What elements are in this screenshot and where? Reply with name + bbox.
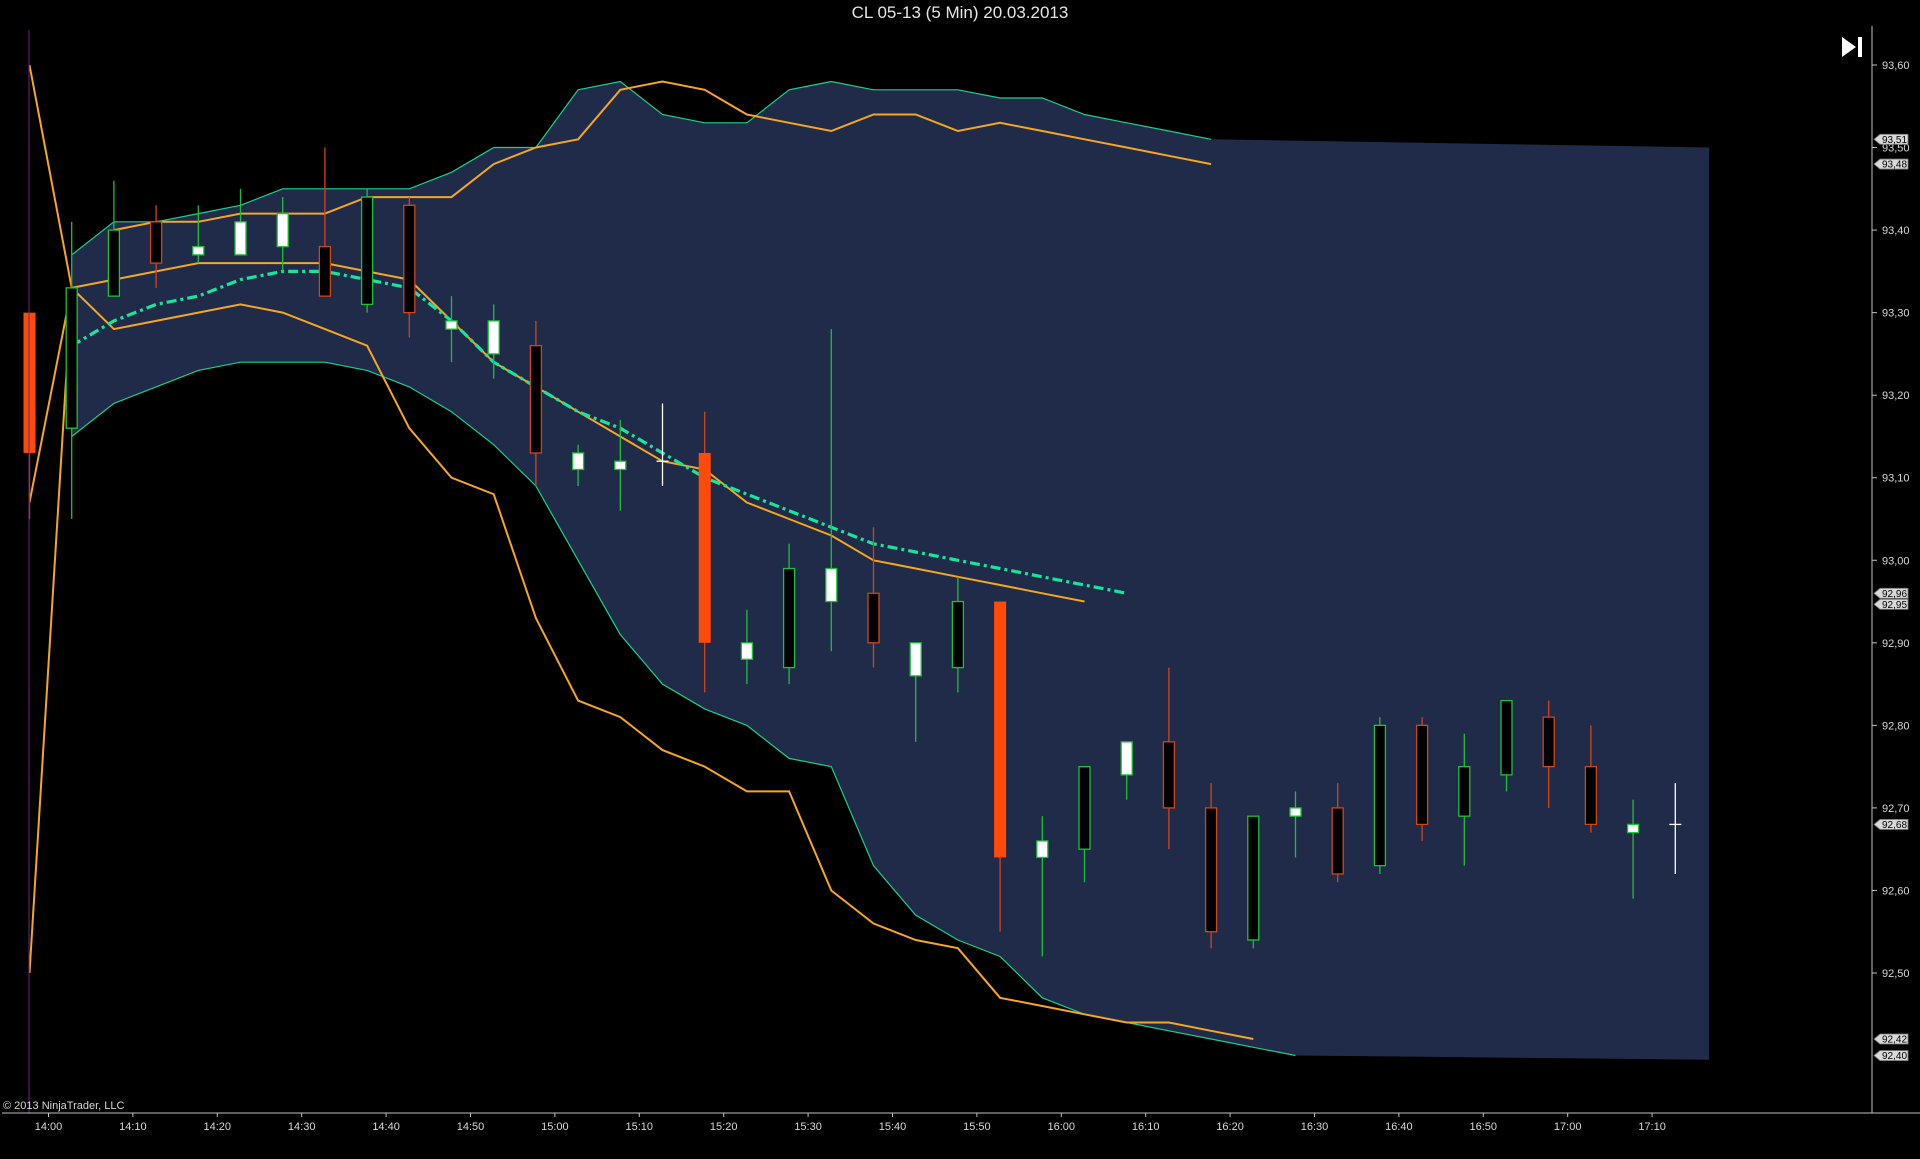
candle-body [445, 320, 458, 330]
y-tick-label: 92,50 [1882, 968, 1910, 980]
candle-body [487, 320, 500, 355]
candle-body [1500, 699, 1513, 776]
candle-body [951, 600, 965, 669]
price-chart[interactable]: 93,6093,5093,4093,3093,2093,1093,0092,90… [0, 0, 1920, 1159]
x-tick-label: 14:40 [372, 1121, 400, 1133]
candle-body [1162, 741, 1176, 809]
y-tick-label: 93,00 [1882, 555, 1910, 567]
jump-to-end-icon [1842, 37, 1862, 57]
price-marker: 93,48 [1873, 158, 1909, 171]
price-marker: 92,96 [1873, 587, 1909, 600]
candle-body [192, 245, 205, 256]
candle-29 [1247, 815, 1260, 949]
candle-body [782, 567, 796, 669]
price-marker-label: 92,68 [1882, 820, 1907, 831]
x-tick-label: 15:00 [541, 1121, 569, 1133]
candle-body [909, 642, 922, 677]
candle-body [614, 460, 627, 471]
candle-32 [1373, 717, 1387, 874]
x-tick-label: 15:10 [626, 1121, 654, 1133]
jump-to-end-button[interactable] [1838, 34, 1866, 60]
price-marker-label: 93,48 [1882, 160, 1907, 171]
candle-body [825, 567, 838, 603]
price-marker: 93,51 [1873, 133, 1909, 146]
price-marker-label: 92,95 [1882, 600, 1907, 611]
candle-body [1247, 815, 1260, 941]
x-tick-label: 16:10 [1132, 1121, 1160, 1133]
candle-body [1120, 741, 1133, 776]
price-marker-label: 92,40 [1882, 1051, 1907, 1062]
candle-body [65, 287, 78, 429]
y-tick-label: 92,80 [1882, 720, 1910, 732]
candle-body [698, 452, 711, 643]
candle-8 [360, 188, 374, 313]
price-marker: 92,95 [1873, 598, 1909, 611]
y-tick-label: 93,10 [1882, 473, 1910, 485]
x-tick-label: 14:00 [35, 1121, 63, 1133]
x-tick-label: 14:10 [119, 1121, 147, 1133]
candle-33 [1415, 717, 1429, 841]
candle-body [740, 642, 754, 660]
price-marker: 92,68 [1873, 819, 1909, 831]
price-marker: 92,42 [1873, 1033, 1909, 1046]
x-tick-label: 16:20 [1216, 1121, 1244, 1133]
x-tick-label: 14:30 [288, 1121, 316, 1133]
x-tick-label: 15:40 [879, 1121, 907, 1133]
candle-body [529, 345, 543, 454]
x-tick-label: 15:20 [710, 1121, 738, 1133]
candle-body [403, 204, 416, 314]
x-tick-label: 16:00 [1048, 1121, 1076, 1133]
candle-body [1542, 716, 1555, 768]
candle-body [1289, 807, 1302, 817]
candle-body [149, 221, 163, 264]
candle-body [1584, 765, 1598, 826]
candle-body [1078, 765, 1091, 850]
candle-body [107, 229, 121, 297]
copyright-text: © 2013 NinjaTrader, LLC [3, 1100, 125, 1112]
x-tick-label: 17:10 [1638, 1121, 1666, 1133]
y-tick-label: 92,90 [1882, 638, 1910, 650]
y-tick-label: 92,70 [1882, 803, 1910, 815]
candle-body [234, 221, 247, 256]
y-tick-label: 93,30 [1882, 308, 1910, 320]
x-tick-label: 16:30 [1301, 1121, 1329, 1133]
x-tick-label: 15:30 [794, 1121, 822, 1133]
y-tick-label: 92,60 [1882, 885, 1910, 897]
price-marker: 92,40 [1873, 1050, 1909, 1062]
candle-body [1373, 724, 1387, 867]
candle-body [318, 245, 332, 297]
candle-body [867, 592, 880, 644]
x-tick-label: 14:50 [457, 1121, 485, 1133]
candle-body [276, 212, 289, 248]
y-tick-label: 93,20 [1882, 390, 1910, 402]
y-tick-label: 93,40 [1882, 225, 1910, 237]
candle-body [1415, 724, 1429, 826]
candle-body [360, 196, 374, 306]
candle-body [1626, 823, 1640, 834]
candle-body [1036, 840, 1049, 859]
candle-body [994, 601, 1007, 858]
x-tick-label: 16:50 [1470, 1121, 1498, 1133]
candle-body [571, 452, 585, 471]
x-tick-label: 14:20 [204, 1121, 232, 1133]
y-tick-label: 93,60 [1882, 60, 1910, 72]
candle-body [1204, 807, 1218, 933]
candle-body [1331, 807, 1344, 875]
x-tick-label: 17:00 [1554, 1121, 1582, 1133]
price-marker-label: 93,51 [1882, 135, 1907, 146]
candle-body [1458, 765, 1471, 817]
candle-28 [1204, 783, 1218, 949]
price-marker-label: 92,96 [1882, 589, 1907, 600]
x-tick-label: 16:40 [1385, 1121, 1413, 1133]
price-marker-label: 92,42 [1882, 1035, 1907, 1046]
x-tick-label: 15:50 [963, 1121, 991, 1133]
